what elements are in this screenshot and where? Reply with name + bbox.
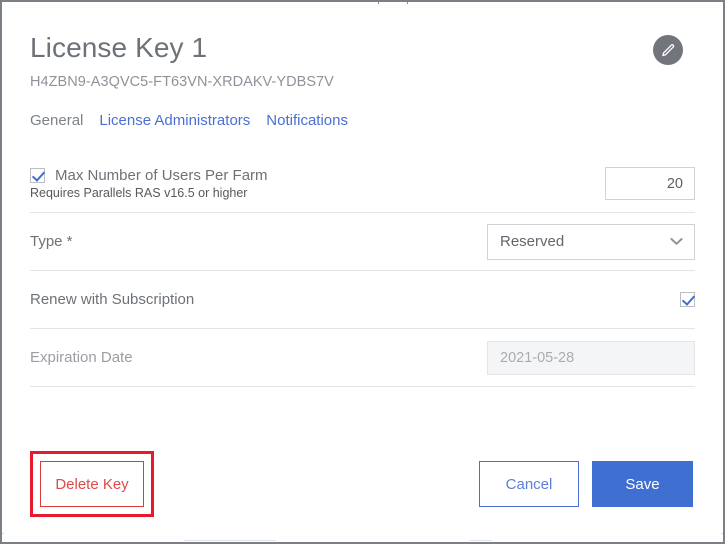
type-select-value: Reserved bbox=[500, 233, 565, 250]
panel-footer: Delete Key Cancel Save bbox=[30, 451, 695, 517]
type-label: Type * bbox=[30, 233, 73, 250]
delete-key-highlight-wrap: Delete Key bbox=[30, 451, 154, 517]
edit-button[interactable] bbox=[653, 35, 683, 65]
max-users-checkbox[interactable] bbox=[30, 168, 45, 183]
expiration-date-input bbox=[487, 340, 695, 375]
license-key-panel: License Key 1 H4ZBN9-A3QVC5-FT63VN-XRDAK… bbox=[4, 4, 721, 540]
row-expiration-date: Expiration Date bbox=[30, 329, 695, 387]
tab-notifications[interactable]: Notifications bbox=[266, 112, 348, 129]
panel-header: License Key 1 H4ZBN9-A3QVC5-FT63VN-XRDAK… bbox=[30, 4, 695, 90]
type-select[interactable]: Reserved bbox=[487, 223, 695, 260]
max-users-label: Max Number of Users Per Farm bbox=[55, 167, 268, 184]
tab-general[interactable]: General bbox=[30, 112, 83, 129]
page-title: License Key 1 bbox=[30, 32, 208, 63]
row-type: Type * Reserved bbox=[30, 213, 695, 271]
delete-key-button[interactable]: Delete Key bbox=[40, 461, 144, 507]
pencil-icon bbox=[661, 43, 676, 58]
expiration-label: Expiration Date bbox=[30, 349, 133, 366]
license-key-code: H4ZBN9-A3QVC5-FT63VN-XRDAKV-YDBS7V bbox=[30, 74, 334, 90]
max-users-input[interactable] bbox=[605, 167, 695, 200]
cancel-button[interactable]: Cancel bbox=[479, 461, 579, 507]
renew-label: Renew with Subscription bbox=[30, 291, 195, 308]
app-window: License Key 1 H4ZBN9-A3QVC5-FT63VN-XRDAK… bbox=[0, 0, 725, 544]
max-users-hint: Requires Parallels RAS v16.5 or higher bbox=[30, 186, 248, 200]
row-renew-with-subscription: Renew with Subscription bbox=[30, 271, 695, 329]
save-button[interactable]: Save bbox=[592, 461, 693, 507]
renew-checkbox[interactable] bbox=[680, 292, 695, 307]
tab-license-administrators[interactable]: License Administrators bbox=[99, 112, 250, 129]
tab-bar: General License Administrators Notificat… bbox=[30, 112, 695, 129]
row-max-users: Max Number of Users Per Farm Requires Pa… bbox=[30, 155, 695, 213]
general-form: Max Number of Users Per Farm Requires Pa… bbox=[30, 155, 695, 387]
